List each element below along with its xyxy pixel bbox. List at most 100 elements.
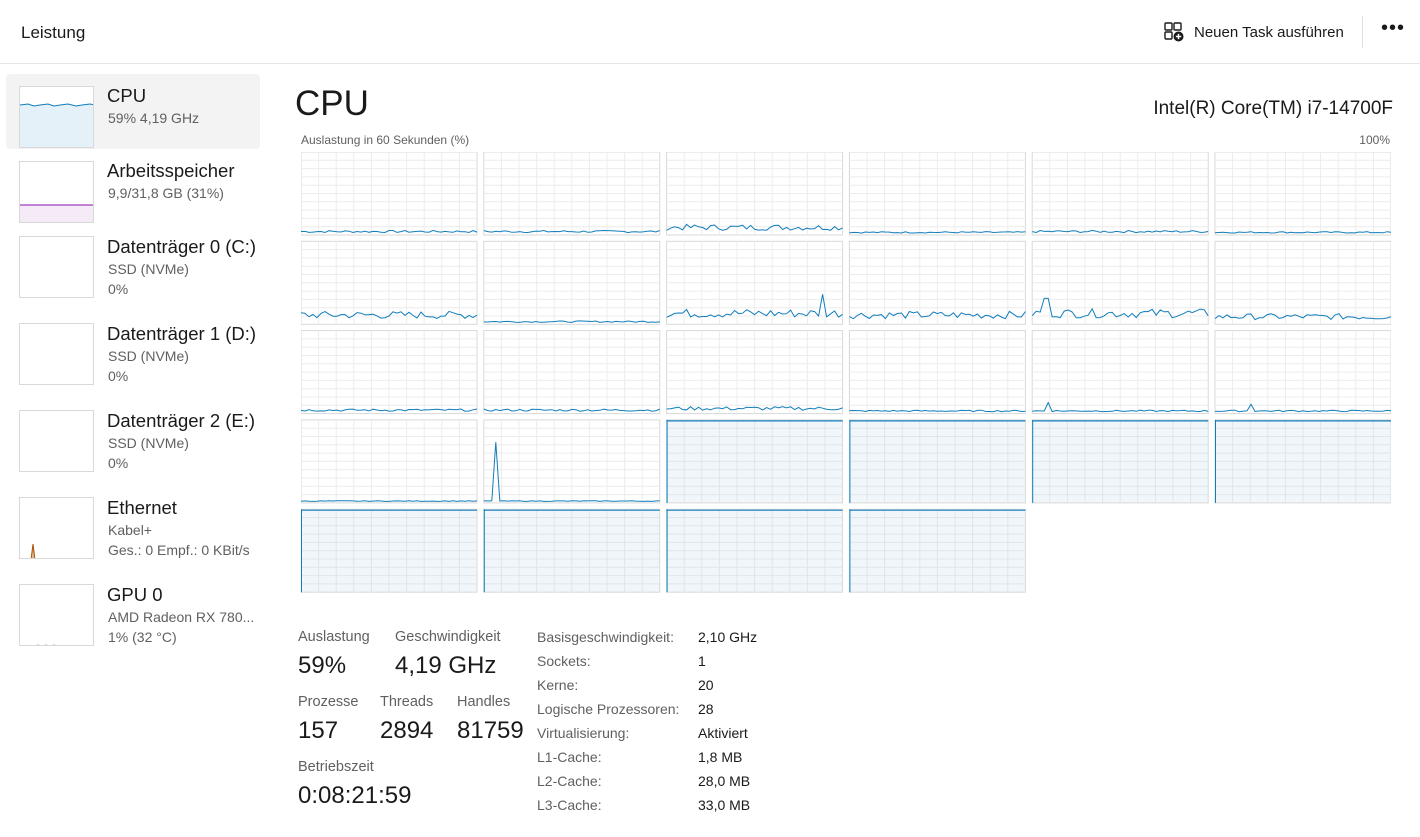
logical-processor-graph (1214, 240, 1392, 325)
sidebar-item-detail: 9,9/31,8 GB (31%) (108, 185, 224, 201)
spec-value: 1,8 MB (698, 749, 743, 765)
handles-value: 81759 (457, 717, 524, 744)
spec-key: Virtualisierung: (537, 725, 630, 741)
spec-value: 33,0 MB (698, 797, 751, 813)
sidebar-item-gpu[interactable]: GPU 0 AMD Radeon RX 780... 1% (32 °C) (6, 572, 260, 647)
toolbar-divider (1362, 16, 1363, 48)
sidebar-item-detail: Kabel+ (108, 522, 152, 538)
sidebar-item-memory[interactable]: Arbeitsspeicher 9,9/31,8 GB (31%) (6, 149, 260, 224)
sidebar-item-detail: 59% 4,19 GHz (108, 110, 200, 126)
logical-processor-graph (666, 419, 844, 504)
sidebar-item-ethernet[interactable]: Ethernet Kabel+ Ges.: 0 Empf.: 0 KBit/s (6, 485, 260, 560)
logical-processor-graph (483, 419, 661, 504)
sidebar-item-usage: Ges.: 0 Empf.: 0 KBit/s (108, 542, 250, 558)
main-title: CPU (295, 84, 369, 123)
sidebar-item-usage: 1% (32 °C) (108, 629, 177, 645)
sidebar-item-usage: 0% (108, 281, 129, 297)
spec-value: 20 (698, 677, 714, 693)
logical-processor-graph (1214, 419, 1392, 504)
handles-label: Handles (457, 694, 511, 710)
sidebar-item-name: GPU 0 (107, 584, 163, 605)
sidebar-item-disk-1[interactable]: Datenträger 1 (D:) SSD (NVMe) 0% (6, 311, 260, 386)
top-bar: Leistung Neuen Task ausführen ••• (0, 0, 1420, 64)
uptime-value: 0:08:21:59 (298, 782, 412, 809)
sidebar-item-name: Arbeitsspeicher (107, 160, 235, 181)
disk-0-thumbnail-graph (19, 236, 94, 298)
logical-processor-graph (848, 151, 1026, 236)
run-new-task-button[interactable]: Neuen Task ausführen (1163, 20, 1344, 44)
logical-processor-graph (848, 419, 1026, 504)
logical-processor-graph (483, 330, 661, 415)
logical-processor-graph (1214, 151, 1392, 236)
processes-label: Prozesse (298, 694, 359, 710)
sidebar-item-disk-0[interactable]: Datenträger 0 (C:) SSD (NVMe) 0% (6, 224, 260, 299)
spec-key: L3-Cache: (537, 797, 602, 813)
spec-value: Aktiviert (698, 725, 748, 741)
spec-key: Logische Prozessoren: (537, 701, 680, 717)
spec-key: Kerne: (537, 677, 579, 693)
logical-processor-graph (300, 330, 478, 415)
spec-key: Sockets: (537, 653, 591, 669)
cpu-thumbnail-graph (19, 86, 94, 148)
logical-processor-graph (300, 151, 478, 236)
speed-value: 4,19 GHz (395, 652, 497, 679)
uptime-label: Betriebszeit (298, 759, 374, 775)
processes-value: 157 (298, 717, 339, 744)
disk-1-thumbnail-graph (19, 323, 94, 385)
logical-processor-graph (666, 240, 844, 325)
threads-value: 2894 (380, 717, 434, 744)
utilization-label: Auslastung (298, 629, 370, 645)
sidebar-item-usage: 0% (108, 455, 129, 471)
sidebar-item-usage: 0% (108, 368, 129, 384)
add-task-icon (1164, 22, 1184, 42)
logical-processor-graphs (300, 151, 1392, 594)
sidebar-item-cpu[interactable]: CPU 59% 4,19 GHz (6, 74, 260, 149)
memory-thumbnail-graph (19, 161, 94, 223)
logical-processor-graph (483, 240, 661, 325)
utilization-value: 59% (298, 652, 347, 679)
logical-processor-graph (1031, 240, 1209, 325)
sidebar-item-detail: AMD Radeon RX 780... (108, 609, 255, 625)
sidebar-item-name: Datenträger 0 (C:) (107, 236, 257, 257)
sidebar-item-disk-2[interactable]: Datenträger 2 (E:) SSD (NVMe) 0% (6, 398, 260, 473)
spec-value: 2,10 GHz (698, 629, 758, 645)
logical-processor-graph (300, 419, 478, 504)
spec-value: 28,0 MB (698, 773, 751, 789)
logical-processor-graph (666, 330, 844, 415)
sidebar-item-name: Ethernet (107, 497, 177, 518)
cpu-model-name: Intel(R) Core(TM) i7-14700F (1153, 98, 1393, 119)
sidebar-item-detail: SSD (NVMe) (108, 348, 189, 364)
threads-label: Threads (380, 694, 434, 710)
disk-2-thumbnail-graph (19, 410, 94, 472)
logical-processor-graph (1031, 330, 1209, 415)
speed-label: Geschwindigkeit (395, 629, 501, 645)
spec-key: L2-Cache: (537, 773, 602, 789)
logical-processor-graph (666, 151, 844, 236)
sidebar-item-name: Datenträger 2 (E:) (107, 410, 256, 431)
spec-key: Basisgeschwindigkeit: (537, 629, 674, 645)
logical-processor-graph (666, 508, 844, 593)
logical-processor-graph (300, 240, 478, 325)
page-title: Leistung (21, 23, 86, 42)
sidebar-item-name: Datenträger 1 (D:) (107, 323, 257, 344)
processor-graphs-svg (300, 151, 1392, 593)
logical-processor-graph (483, 508, 661, 593)
chart-caption: Auslastung in 60 Sekunden (%) (301, 133, 470, 147)
more-options-button[interactable]: ••• (1378, 18, 1408, 44)
logical-processor-graph (1031, 151, 1209, 236)
ethernet-thumbnail-graph (19, 497, 94, 559)
logical-processor-graph (848, 508, 1026, 593)
logical-processor-graph (1214, 330, 1392, 415)
sidebar-item-name: CPU (107, 85, 147, 106)
logical-processor-graph (483, 151, 661, 236)
spec-value: 1 (698, 653, 706, 669)
chart-max-label: 100% (1359, 133, 1390, 147)
spec-key: L1-Cache: (537, 749, 602, 765)
sidebar: CPU 59% 4,19 GHz Arbeitsspeicher 9,9/31,… (0, 65, 270, 837)
sidebar-item-detail: SSD (NVMe) (108, 435, 189, 451)
spec-value: 28 (698, 701, 714, 717)
gpu-thumbnail-graph (19, 584, 94, 646)
sidebar-item-detail: SSD (NVMe) (108, 261, 189, 277)
logical-processor-graph (1031, 419, 1209, 504)
run-new-task-label: Neuen Task ausführen (1194, 23, 1344, 41)
